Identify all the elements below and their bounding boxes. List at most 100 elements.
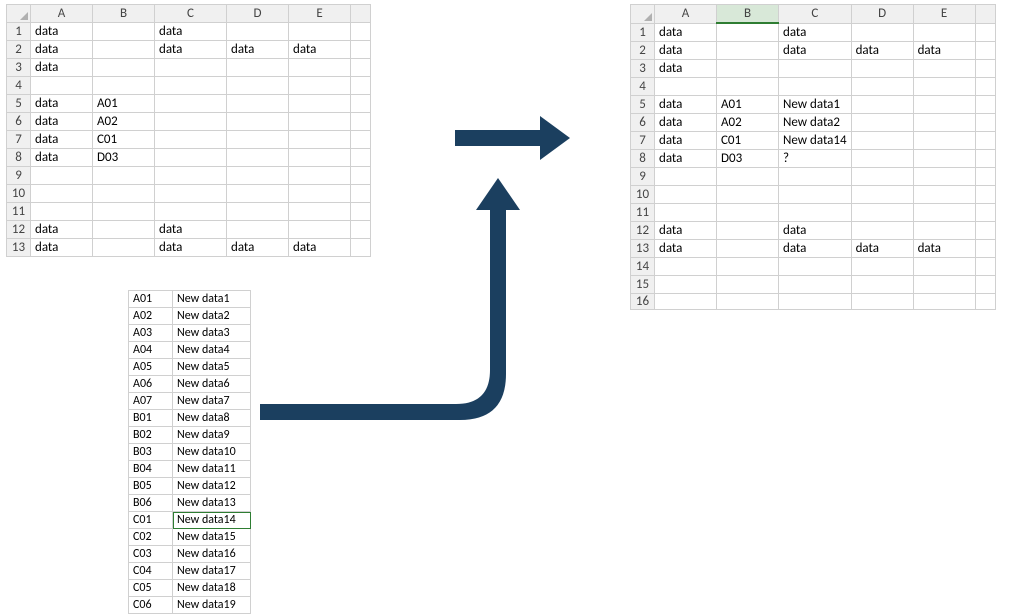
col-header-B[interactable]: B (717, 5, 779, 24)
col-header-A[interactable]: A (655, 5, 717, 24)
cell[interactable] (851, 131, 913, 149)
row-header[interactable]: 5 (7, 95, 31, 113)
cell[interactable] (93, 203, 155, 221)
row-header[interactable]: 12 (7, 221, 31, 239)
row-header[interactable]: 14 (631, 257, 655, 275)
row-header[interactable]: 3 (7, 59, 31, 77)
cell[interactable] (975, 23, 995, 41)
cell[interactable] (227, 203, 289, 221)
cell[interactable]: data (655, 23, 717, 41)
cell[interactable]: A02 (93, 113, 155, 131)
lookup-key[interactable]: C03 (129, 546, 173, 563)
cell[interactable] (975, 203, 995, 221)
cell[interactable]: data (913, 239, 975, 257)
cell[interactable] (31, 167, 93, 185)
cell[interactable] (851, 95, 913, 113)
lookup-value[interactable]: New data4 (173, 342, 251, 359)
row-header[interactable]: 7 (631, 131, 655, 149)
cell[interactable]: data (655, 221, 717, 239)
cell[interactable] (913, 149, 975, 167)
row-header[interactable]: 10 (7, 185, 31, 203)
cell[interactable] (227, 113, 289, 131)
cell[interactable] (155, 59, 227, 77)
cell[interactable] (975, 131, 995, 149)
cell[interactable] (155, 95, 227, 113)
cell[interactable]: data (31, 23, 93, 41)
cell[interactable] (351, 131, 371, 149)
cell[interactable] (655, 167, 717, 185)
col-header-extra[interactable] (975, 5, 995, 24)
cell[interactable]: data (31, 149, 93, 167)
col-header-B[interactable]: B (93, 5, 155, 23)
cell[interactable]: data (655, 59, 717, 77)
cell[interactable]: data (779, 239, 852, 257)
cell[interactable] (913, 113, 975, 131)
cell[interactable] (779, 293, 852, 309)
lookup-value[interactable]: New data9 (173, 427, 251, 444)
cell[interactable] (851, 167, 913, 185)
cell[interactable] (155, 185, 227, 203)
cell[interactable]: data (655, 239, 717, 257)
cell[interactable]: data (655, 131, 717, 149)
row-header[interactable]: 9 (631, 167, 655, 185)
cell[interactable] (975, 167, 995, 185)
lookup-key[interactable]: C06 (129, 597, 173, 614)
select-all-corner[interactable] (631, 5, 655, 24)
col-header-D[interactable]: D (851, 5, 913, 24)
row-header[interactable]: 6 (7, 113, 31, 131)
row-header[interactable]: 5 (631, 95, 655, 113)
cell[interactable] (227, 131, 289, 149)
cell[interactable]: data (31, 113, 93, 131)
cell[interactable] (227, 77, 289, 95)
col-header-A[interactable]: A (31, 5, 93, 23)
cell[interactable] (975, 77, 995, 95)
lookup-key[interactable]: A07 (129, 393, 173, 410)
cell[interactable] (227, 167, 289, 185)
cell[interactable]: C01 (93, 131, 155, 149)
lookup-key[interactable]: B04 (129, 461, 173, 478)
cell[interactable] (851, 77, 913, 95)
cell[interactable] (351, 149, 371, 167)
cell[interactable] (655, 77, 717, 95)
lookup-value[interactable]: New data6 (173, 376, 251, 393)
cell[interactable] (227, 95, 289, 113)
row-header[interactable]: 3 (631, 59, 655, 77)
cell[interactable] (155, 131, 227, 149)
cell[interactable]: data (655, 149, 717, 167)
lookup-value[interactable]: New data14 (173, 512, 251, 529)
row-header[interactable]: 13 (7, 239, 31, 257)
row-header[interactable]: 8 (7, 149, 31, 167)
lookup-key[interactable]: C04 (129, 563, 173, 580)
cell[interactable] (155, 149, 227, 167)
cell[interactable]: data (155, 23, 227, 41)
cell[interactable]: data (155, 221, 227, 239)
cell[interactable] (227, 185, 289, 203)
cell[interactable] (779, 257, 852, 275)
cell[interactable] (717, 239, 779, 257)
cell[interactable] (31, 203, 93, 221)
row-header[interactable]: 2 (7, 41, 31, 59)
row-header[interactable]: 10 (631, 185, 655, 203)
cell[interactable] (975, 293, 995, 309)
cell[interactable]: data (155, 239, 227, 257)
lookup-value[interactable]: New data1 (173, 291, 251, 308)
cell[interactable] (975, 95, 995, 113)
lookup-key[interactable]: A03 (129, 325, 173, 342)
cell[interactable] (227, 23, 289, 41)
cell[interactable] (913, 131, 975, 149)
cell[interactable] (31, 77, 93, 95)
cell[interactable] (351, 221, 371, 239)
row-header[interactable]: 1 (631, 23, 655, 41)
cell[interactable] (717, 257, 779, 275)
col-header-extra[interactable] (351, 5, 371, 23)
row-header[interactable]: 13 (631, 239, 655, 257)
col-header-E[interactable]: E (913, 5, 975, 24)
cell[interactable] (655, 257, 717, 275)
cell[interactable]: data (289, 41, 351, 59)
lookup-key[interactable]: A06 (129, 376, 173, 393)
cell[interactable]: data (227, 239, 289, 257)
cell[interactable] (717, 203, 779, 221)
cell[interactable]: data (31, 41, 93, 59)
cell[interactable]: C01 (717, 131, 779, 149)
row-header[interactable]: 4 (631, 77, 655, 95)
